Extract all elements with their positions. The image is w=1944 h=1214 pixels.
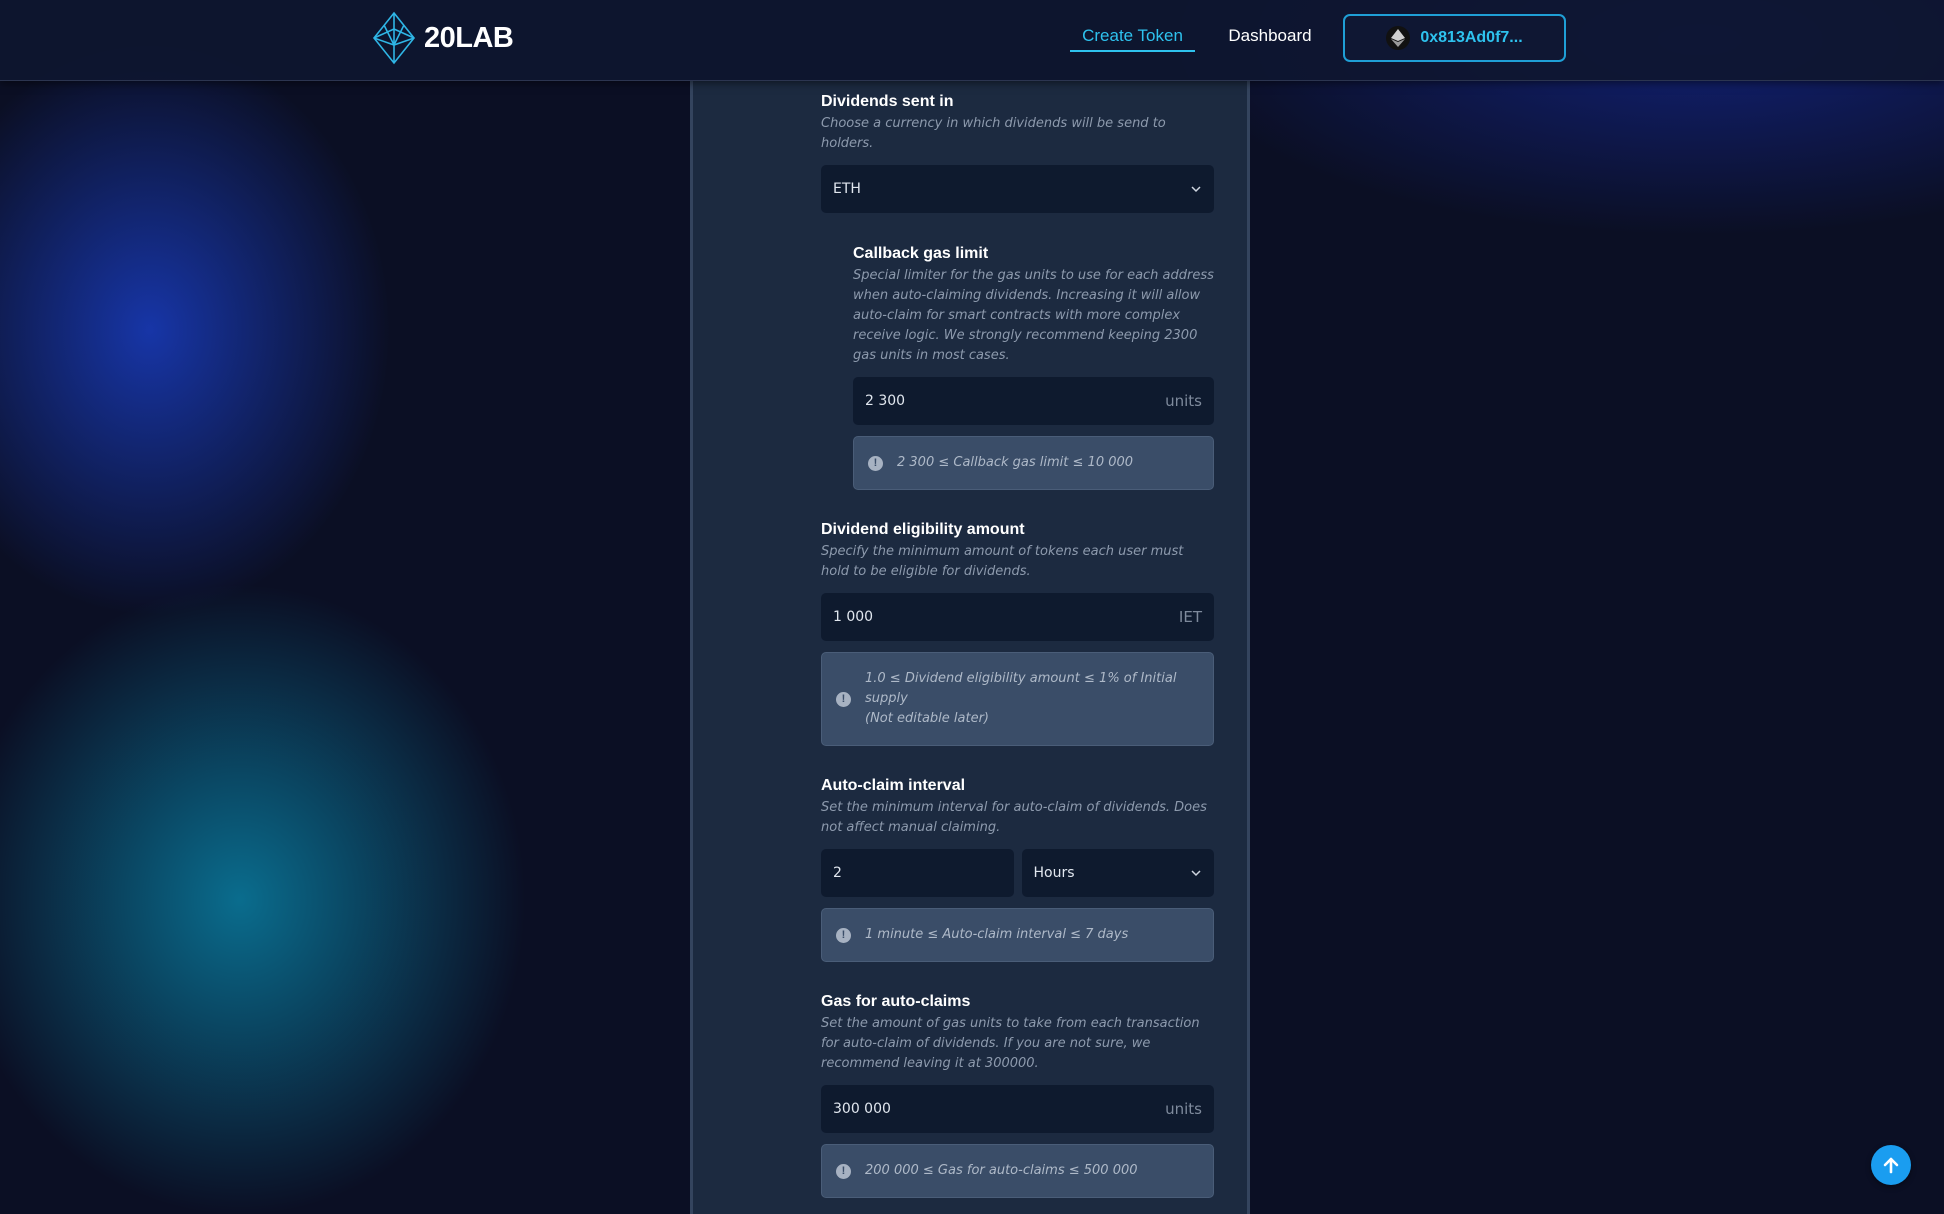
wallet-address: 0x813Ad0f7... bbox=[1420, 29, 1523, 46]
auto-claim-interval-unit-select[interactable]: Hours bbox=[1021, 849, 1214, 897]
callback-gas-limit-value: 2 300 bbox=[865, 393, 906, 409]
exclamation-circle-icon: ! bbox=[836, 927, 851, 943]
dividend-eligibility-input[interactable]: 1 000 IET bbox=[821, 593, 1214, 641]
diamond-logo-icon bbox=[372, 11, 416, 65]
nav-create-token[interactable]: Create Token bbox=[1070, 24, 1195, 52]
gas-auto-claims-note: ! 200 000 ≤ Gas for auto-claims ≤ 500 00… bbox=[821, 1144, 1214, 1198]
dividends-currency-value: ETH bbox=[833, 181, 861, 197]
callback-gas-limit-input[interactable]: 2 300 units bbox=[853, 377, 1214, 425]
ethereum-icon bbox=[1386, 26, 1411, 50]
dividend-eligibility-value: 1 000 bbox=[833, 609, 874, 625]
dividend-eligibility-title: Dividend eligibility amount bbox=[821, 521, 1025, 538]
exclamation-circle-icon: ! bbox=[836, 691, 851, 707]
exclamation-circle-icon: ! bbox=[836, 1163, 851, 1179]
nav-dashboard[interactable]: Dashboard bbox=[1220, 24, 1320, 52]
gas-auto-claims-note-text: 200 000 ≤ Gas for auto-claims ≤ 500 000 bbox=[865, 1163, 1138, 1178]
gas-auto-claims-title: Gas for auto-claims bbox=[821, 993, 971, 1010]
callback-gas-limit-section: Callback gas limit Special limiter for t… bbox=[853, 244, 1214, 490]
auto-claim-interval-title: Auto-claim interval bbox=[821, 777, 966, 794]
dividends-sent-in-section: Dividends sent in Choose a currency in w… bbox=[821, 92, 1214, 213]
dividends-sent-in-description: Choose a currency in which dividends wil… bbox=[821, 116, 1166, 151]
dividend-eligibility-note-line2: (Not editable later) bbox=[865, 711, 989, 726]
chevron-down-icon bbox=[1191, 870, 1201, 877]
gas-auto-claims-description: Set the amount of gas units to take from… bbox=[821, 1016, 1200, 1071]
brand-logo[interactable]: 20LAB bbox=[372, 11, 514, 65]
brand-name: 20LAB bbox=[424, 21, 514, 54]
auto-claim-interval-unit: Hours bbox=[1033, 865, 1075, 881]
arrow-up-icon bbox=[1883, 1157, 1899, 1174]
gas-auto-claims-input[interactable]: 300 000 units bbox=[821, 1085, 1214, 1133]
dividends-currency-select[interactable]: ETH bbox=[821, 165, 1214, 213]
auto-claim-interval-section: Auto-claim interval Set the minimum inte… bbox=[821, 776, 1214, 962]
auto-claim-interval-description: Set the minimum interval for auto-claim … bbox=[821, 800, 1207, 835]
auto-claim-interval-input[interactable]: 2 bbox=[821, 849, 1014, 897]
scroll-top-button[interactable] bbox=[1871, 1145, 1911, 1185]
exclamation-circle-icon: ! bbox=[868, 455, 883, 471]
dividend-eligibility-note-line1: 1.0 ≤ Dividend eligibility amount ≤ 1% o… bbox=[865, 671, 1177, 706]
callback-gas-limit-title: Callback gas limit bbox=[853, 245, 989, 262]
dividends-sent-in-title: Dividends sent in bbox=[821, 93, 954, 110]
gas-auto-claims-value: 300 000 bbox=[833, 1101, 891, 1117]
gas-auto-claims-section: Gas for auto-claims Set the amount of ga… bbox=[821, 992, 1214, 1198]
dividend-eligibility-section: Dividend eligibility amount Specify the … bbox=[821, 520, 1214, 746]
callback-gas-limit-note-text: 2 300 ≤ Callback gas limit ≤ 10 000 bbox=[897, 455, 1134, 470]
dividend-eligibility-note-text: 1.0 ≤ Dividend eligibility amount ≤ 1% o… bbox=[865, 669, 1199, 729]
auto-claim-interval-note-text: 1 minute ≤ Auto-claim interval ≤ 7 days bbox=[865, 927, 1129, 942]
callback-gas-limit-note: ! 2 300 ≤ Callback gas limit ≤ 10 000 bbox=[853, 436, 1214, 490]
gas-auto-claims-suffix: units bbox=[1165, 1100, 1202, 1118]
auto-claim-interval-note: ! 1 minute ≤ Auto-claim interval ≤ 7 day… bbox=[821, 908, 1214, 962]
wallet-button[interactable]: 0x813Ad0f7... bbox=[1343, 14, 1566, 62]
top-navbar: 20LAB Create Token Dashboard 0x813Ad0f7.… bbox=[0, 0, 1944, 81]
dividend-eligibility-description: Specify the minimum amount of tokens eac… bbox=[821, 544, 1184, 579]
dividend-eligibility-suffix: IET bbox=[1178, 608, 1202, 626]
auto-claim-interval-row: 2 Hours bbox=[821, 849, 1214, 897]
chevron-down-icon bbox=[1191, 186, 1201, 193]
auto-claim-interval-value: 2 bbox=[833, 865, 842, 881]
callback-gas-limit-suffix: units bbox=[1165, 392, 1202, 410]
dividend-eligibility-note: ! 1.0 ≤ Dividend eligibility amount ≤ 1%… bbox=[821, 652, 1214, 746]
callback-gas-limit-description: Special limiter for the gas units to use… bbox=[853, 268, 1214, 363]
